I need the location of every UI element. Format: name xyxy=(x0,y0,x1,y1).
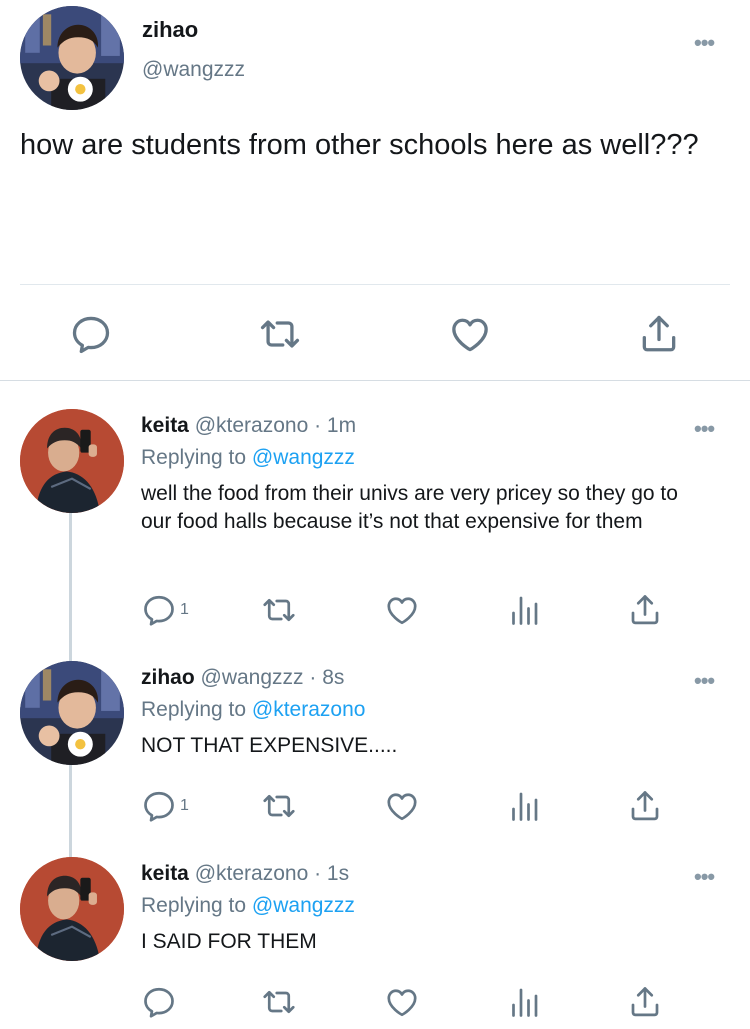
reply-tweet[interactable]: keita @kterazono · 1s ••• Replying to @w… xyxy=(0,862,750,1029)
reply-text: NOT THAT EXPENSIVE..... xyxy=(141,734,398,757)
tweet-actions xyxy=(0,300,750,366)
share-icon[interactable] xyxy=(627,788,663,824)
replying-prefix: Replying to xyxy=(141,698,247,721)
tweet-text: how are students from other schools here… xyxy=(20,129,699,161)
like-icon[interactable] xyxy=(384,592,420,628)
author-name[interactable]: zihao xyxy=(141,666,195,689)
avatar[interactable] xyxy=(20,661,124,765)
reply-text: I SAID FOR THEM xyxy=(141,930,317,953)
author-handle[interactable]: @kterazono xyxy=(195,862,309,885)
retweet-icon[interactable] xyxy=(258,312,302,356)
replying-prefix: Replying to xyxy=(141,894,247,917)
section-divider xyxy=(0,380,750,381)
analytics-icon[interactable] xyxy=(506,788,542,824)
replying-to: Replying to @wangzzz xyxy=(141,446,355,470)
main-tweet: zihao @wangzzz ••• how are students from… xyxy=(0,0,750,380)
avatar[interactable] xyxy=(20,857,124,961)
like-icon[interactable] xyxy=(448,312,492,356)
author-handle[interactable]: @wangzzz xyxy=(201,666,304,689)
replying-prefix: Replying to xyxy=(141,446,247,469)
author-name[interactable]: zihao xyxy=(142,17,198,43)
retweet-icon[interactable] xyxy=(261,592,297,628)
reply-icon[interactable] xyxy=(69,312,113,356)
reply-count: 1 xyxy=(180,601,189,618)
reply-icon[interactable] xyxy=(141,592,177,628)
reply-count: 1 xyxy=(180,797,189,814)
reply-tweet[interactable]: zihao @wangzzz · 8s ••• Replying to @kte… xyxy=(0,666,750,846)
author-handle[interactable]: @wangzzz xyxy=(142,58,245,82)
author-name[interactable]: keita xyxy=(141,414,189,437)
timestamp: · 1m xyxy=(314,414,357,437)
reply-tweet[interactable]: keita @kterazono · 1m ••• Replying to @w… xyxy=(0,414,750,644)
reply-header: keita @kterazono · 1m xyxy=(141,414,356,438)
author-handle[interactable]: @kterazono xyxy=(195,414,309,437)
replying-to: Replying to @kterazono xyxy=(141,698,365,722)
like-icon[interactable] xyxy=(384,984,420,1020)
more-icon[interactable]: ••• xyxy=(694,668,715,694)
avatar[interactable] xyxy=(20,6,124,110)
replying-to: Replying to @wangzzz xyxy=(141,894,355,918)
divider xyxy=(20,284,730,285)
like-icon[interactable] xyxy=(384,788,420,824)
share-icon[interactable] xyxy=(627,592,663,628)
more-icon[interactable]: ••• xyxy=(694,416,715,442)
timestamp: · 1s xyxy=(314,862,350,885)
reply-icon[interactable] xyxy=(141,984,177,1020)
replying-to-link[interactable]: @wangzzz xyxy=(252,894,355,917)
share-icon[interactable] xyxy=(637,312,681,356)
timestamp: · 8s xyxy=(309,666,345,689)
more-icon[interactable]: ••• xyxy=(694,864,715,890)
share-icon[interactable] xyxy=(627,984,663,1020)
replying-to-link[interactable]: @wangzzz xyxy=(252,446,355,469)
replying-to-link[interactable]: @kterazono xyxy=(252,698,366,721)
retweet-icon[interactable] xyxy=(261,788,297,824)
retweet-icon[interactable] xyxy=(261,984,297,1020)
reply-icon[interactable] xyxy=(141,788,177,824)
analytics-icon[interactable] xyxy=(506,984,542,1020)
reply-header: keita @kterazono · 1s xyxy=(141,862,349,886)
analytics-icon[interactable] xyxy=(506,592,542,628)
reply-header: zihao @wangzzz · 8s xyxy=(141,666,344,690)
author-name[interactable]: keita xyxy=(141,862,189,885)
reply-text: well the food from their univs are very … xyxy=(141,482,678,533)
more-icon[interactable]: ••• xyxy=(694,30,715,56)
avatar[interactable] xyxy=(20,409,124,513)
